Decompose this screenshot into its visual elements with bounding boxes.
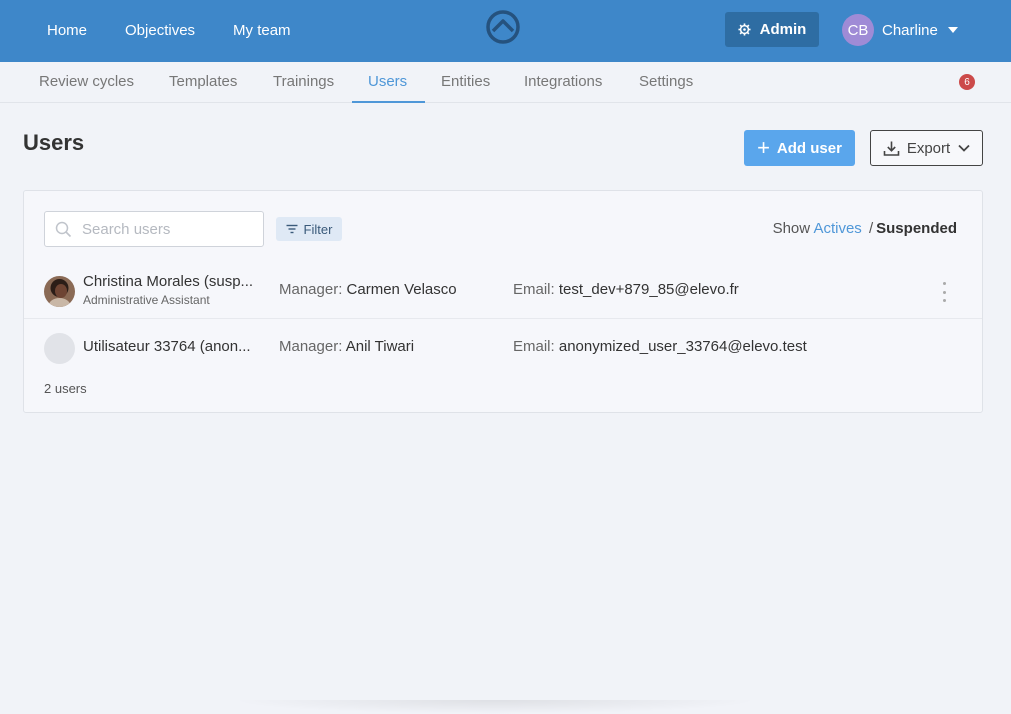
add-user-label: Add user [776, 139, 842, 157]
nav-my-team[interactable]: My team [214, 0, 310, 62]
email-value: test_dev+879_85@elevo.fr [558, 281, 739, 298]
status-toggle: Show Actives / Suspended [773, 220, 957, 237]
export-button[interactable]: Export [870, 130, 983, 166]
bottom-shadow [230, 700, 760, 714]
active-tab-indicator [352, 101, 425, 103]
user-menu[interactable]: CB Charline [842, 13, 958, 47]
top-bar: Home Objectives My team Admin CB Charlin… [0, 0, 1011, 62]
filter-icon [286, 224, 298, 234]
plus-icon: + [757, 135, 770, 160]
nav-objectives[interactable]: Objectives [106, 0, 214, 62]
email-value: anonymized_user_33764@elevo.test [558, 338, 807, 355]
admin-label: Admin [759, 21, 807, 38]
show-label: Show [772, 220, 811, 237]
tab-users[interactable]: Users [368, 62, 407, 103]
gear-icon [738, 23, 751, 36]
avatar [44, 333, 75, 364]
tab-templates[interactable]: Templates [169, 62, 237, 103]
more-options-icon[interactable] [938, 282, 950, 302]
page-title: Users [23, 130, 85, 155]
download-icon [883, 140, 900, 157]
user-manager: Manager: Carmen Velasco [279, 281, 457, 298]
search-box [44, 211, 264, 247]
search-icon [55, 221, 72, 238]
user-job-title: Administrative Assistant [83, 293, 210, 307]
tab-settings[interactable]: Settings [639, 62, 693, 103]
filter-button[interactable]: Filter [276, 217, 342, 241]
email-label: Email: [513, 338, 555, 355]
admin-subnav: Review cycles Templates Trainings Users … [0, 62, 1011, 103]
main-nav: Home Objectives My team [28, 0, 310, 62]
manager-label: Manager: [279, 281, 343, 298]
avatar: CB [842, 14, 874, 46]
table-row[interactable]: Christina Morales (susp... Administrativ… [24, 262, 982, 319]
chevron-down-icon [958, 144, 970, 152]
user-name[interactable]: Utilisateur 33764 (anon... [83, 338, 263, 355]
export-label: Export [906, 139, 951, 157]
avatar [44, 276, 75, 307]
show-actives-link[interactable]: Actives [813, 220, 861, 237]
caret-down-icon [947, 27, 958, 33]
nav-home[interactable]: Home [28, 0, 106, 62]
filter-label: Filter [303, 221, 333, 237]
user-count: 2 users [44, 381, 87, 396]
add-user-button[interactable]: + Add user [744, 130, 855, 166]
app-logo-icon[interactable] [485, 9, 521, 45]
user-name[interactable]: Christina Morales (susp... [83, 273, 263, 290]
tab-entities[interactable]: Entities [441, 62, 490, 103]
email-label: Email: [513, 281, 555, 298]
tab-review-cycles[interactable]: Review cycles [39, 62, 134, 103]
notification-badge[interactable]: 6 [959, 74, 975, 90]
admin-button[interactable]: Admin [725, 12, 819, 47]
user-email: Email: anonymized_user_33764@elevo.test [513, 338, 807, 355]
show-separator: / [868, 220, 874, 237]
manager-name: Carmen Velasco [346, 281, 457, 298]
tab-integrations[interactable]: Integrations [524, 62, 602, 103]
user-name: Charline [882, 21, 938, 39]
users-card: Filter Show Actives /Suspended Christina… [23, 190, 983, 413]
show-suspended-link[interactable]: Suspended [876, 220, 957, 237]
tab-trainings[interactable]: Trainings [273, 62, 334, 103]
table-row[interactable]: Utilisateur 33764 (anon... Manager: Anil… [24, 319, 982, 376]
search-input[interactable] [82, 220, 242, 238]
user-manager: Manager: Anil Tiwari [279, 338, 414, 355]
user-email: Email: test_dev+879_85@elevo.fr [513, 281, 739, 298]
manager-name: Anil Tiwari [345, 338, 415, 355]
manager-label: Manager: [279, 338, 343, 355]
